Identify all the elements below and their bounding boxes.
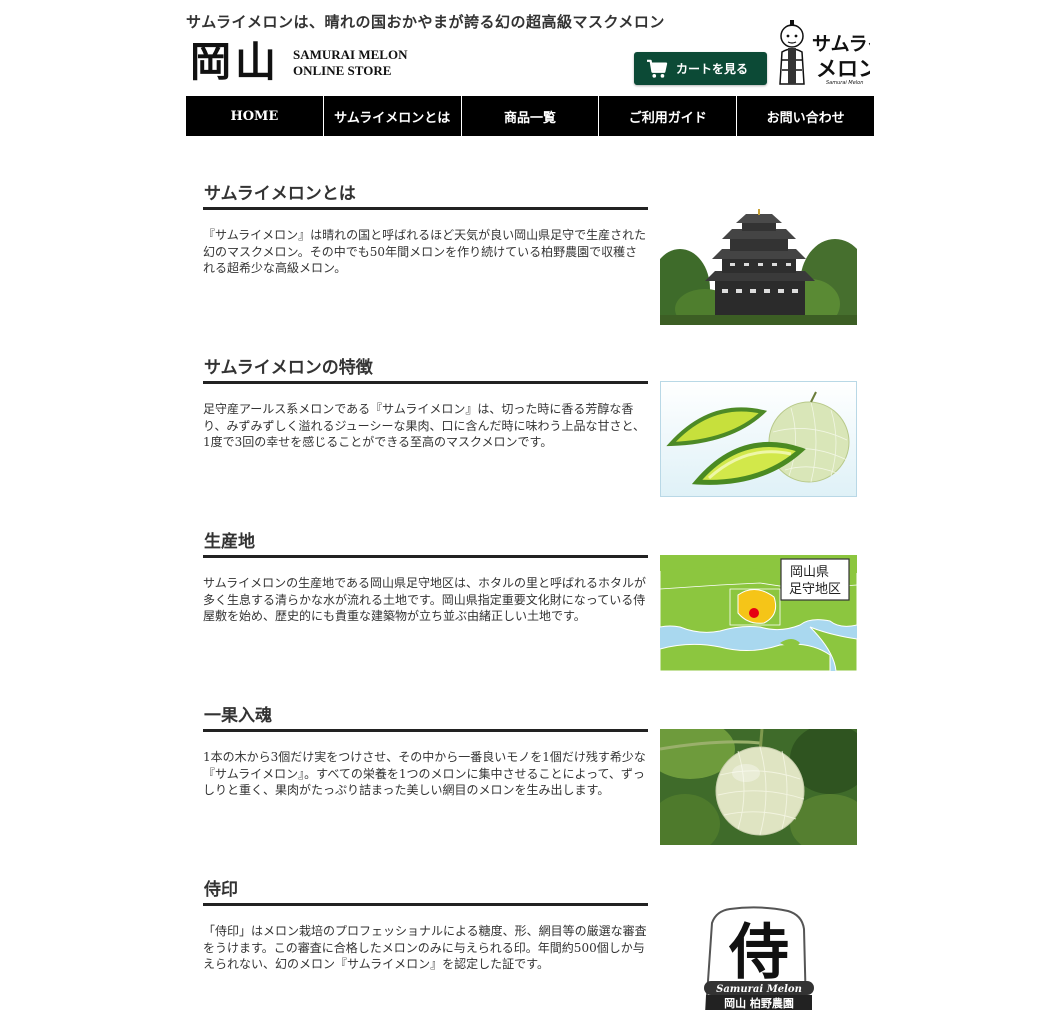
section-text: 『サムライメロン』は晴れの国と呼ばれるほど天気が良い岡山県足守で生産された幻のマ… [203,228,647,275]
logo-english: SAMURAI MELON ONLINE STORE [293,47,407,79]
nav-products[interactable]: 商品一覧 [462,96,600,136]
section-text: サムライメロンの生産地である岡山県足守地区は、ホタルの里と呼ばれるホタルが多く生… [203,576,647,623]
map-image: 岡山県 足守地区 [660,555,857,671]
section-one-fruit: 一果入魂 1本の木から3個だけ実をつけさせ、その中から一番良いモノを1個だけ残す… [203,701,857,851]
cut-melon-image [660,381,857,497]
svg-text:メロン: メロン [816,56,870,81]
section-title: サムライメロンの特徴 [204,358,373,378]
page: サムライメロンは、晴れの国おかやまが誇る幻の超高級マスクメロン 岡山 SAMUR… [0,0,1060,1010]
svg-text:サムライ: サムライ [812,33,870,55]
nav-home[interactable]: HOME [186,96,324,136]
samurai-character-logo[interactable]: サムライ メロン Samurai Melon [774,20,870,86]
map-label-prefecture: 岡山県 [790,565,829,580]
svg-text:Samurai Melon: Samurai Melon [826,80,863,86]
map-label-district: 足守地区 [789,582,841,597]
main-nav: HOME サムライメロンとは 商品一覧 ご利用ガイド お問い合わせ [186,96,874,136]
section-text: 1本の木から3個だけ実をつけさせ、その中から一番良いモノを1個だけ残す希少な『サ… [203,750,646,797]
seal-farm-name: 岡山 柏野農園 [724,996,794,1010]
section-title: サムライメロンとは [204,184,356,204]
cart-icon [647,59,668,78]
section-title: 一果入魂 [204,706,272,726]
melon-vine-image [660,729,857,845]
section-title: 生産地 [204,532,255,552]
section-divider [203,381,648,384]
logo-en-line1: SAMURAI MELON [293,47,408,62]
site-tagline: サムライメロンは、晴れの国おかやまが誇る幻の超高級マスクメロン [186,13,665,31]
section-divider [203,207,648,210]
nav-guide[interactable]: ご利用ガイド [599,96,738,136]
section-divider [203,729,648,732]
seal-kanji: 侍 [728,918,789,988]
logo-kanji: 岡山 [190,38,280,86]
section-divider [203,555,648,558]
castle-image [660,209,857,325]
section-features: サムライメロンの特徴 足守産アールス系メロンである『サムライメロン』は、切った時… [203,353,857,503]
nav-contact[interactable]: お問い合わせ [737,96,874,136]
view-cart-button[interactable]: カートを見る [634,52,767,85]
seal-english: Samurai Melon [716,984,802,995]
section-divider [203,903,648,906]
section-text: 足守産アールス系メロンである『サムライメロン』は、切った時に香る芳醇な香り、みず… [203,402,645,449]
cart-label: カートを見る [676,62,749,76]
section-title: 侍印 [204,880,238,900]
section-origin: 生産地 サムライメロンの生産地である岡山県足守地区は、ホタルの里と呼ばれるホタル… [203,527,857,677]
samurai-seal-image: 侍 Samurai Melon 岡山 柏野農園 [660,903,857,1010]
section-samurai-seal: 侍印 「侍印」はメロン栽培のプロフェッショナルによる糖度、形、網目等の厳選な審査… [203,875,857,1010]
section-about: サムライメロンとは 『サムライメロン』は晴れの国と呼ばれるほど天気が良い岡山県足… [203,179,857,329]
nav-about[interactable]: サムライメロンとは [324,96,462,136]
logo-en-line2: ONLINE STORE [293,63,392,78]
site-logo[interactable]: 岡山 SAMURAI MELON ONLINE STORE [186,38,426,86]
section-text: 「侍印」はメロン栽培のプロフェッショナルによる糖度、形、網目等の厳選な審査をうけ… [203,924,647,971]
